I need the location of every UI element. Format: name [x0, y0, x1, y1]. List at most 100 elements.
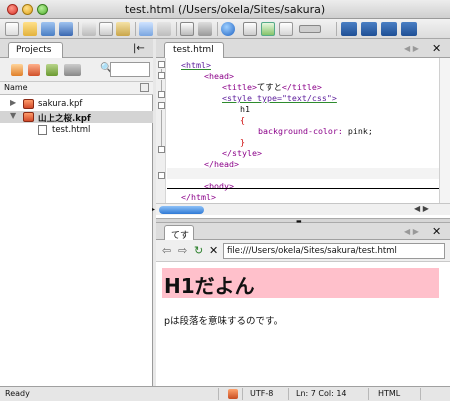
print-icon[interactable]: [180, 22, 194, 36]
back-icon[interactable]: ⇦: [162, 244, 171, 257]
tree-item-sakura-kpf[interactable]: ▶ sakura.kpf: [0, 98, 153, 110]
browser-nav-bar: ⇦ ⇨ ↻ ✕ file:///Users/okela/Sites/sakura…: [156, 240, 450, 262]
new-project-icon[interactable]: [11, 64, 23, 76]
undo-icon[interactable]: [139, 22, 153, 36]
html-file-icon: [38, 125, 47, 135]
code-token: background-color:: [258, 126, 343, 136]
url-input[interactable]: file:///Users/okela/Sites/sakura/test.ht…: [223, 243, 445, 259]
collapse-pane-icon[interactable]: |←: [133, 43, 145, 54]
tree-item-label: 山上之桜.kpf: [38, 114, 91, 124]
column-options-icon[interactable]: [140, 83, 149, 92]
code-line-5: h1: [240, 104, 250, 114]
project-menu-icon[interactable]: [64, 64, 81, 76]
editor-horizontal-scrollbar[interactable]: ◀ ▶: [156, 203, 450, 215]
fold-margin: [156, 58, 166, 203]
fold-toggle-icon[interactable]: [158, 146, 165, 153]
save-icon[interactable]: [41, 22, 55, 36]
new-file-icon[interactable]: [5, 22, 19, 36]
save-all-icon[interactable]: [59, 22, 73, 36]
open-folder-icon[interactable]: [23, 22, 37, 36]
code-token: <html>: [181, 60, 211, 70]
current-line-highlight: [167, 168, 439, 179]
scrollbar-thumb[interactable]: [159, 206, 204, 214]
tab-projects[interactable]: Projects: [8, 42, 63, 58]
redo-icon[interactable]: [157, 22, 171, 36]
encoding-indicator[interactable]: UTF-8: [250, 389, 273, 398]
forward-icon[interactable]: ⇨: [178, 244, 187, 257]
right-pane-toggle-icon[interactable]: [381, 22, 397, 36]
code-line-12: <body>: [204, 181, 234, 191]
close-tab-icon[interactable]: ✕: [432, 42, 441, 55]
code-token: pink;: [342, 126, 373, 136]
heading-block: H1だよん: [162, 268, 439, 298]
fold-toggle-icon[interactable]: [158, 102, 165, 109]
tree-item-test-html[interactable]: test.html: [0, 124, 153, 136]
editor-vertical-scrollbar[interactable]: [439, 58, 450, 203]
fold-toggle-icon[interactable]: [158, 61, 165, 68]
toolbar-separator: [176, 22, 177, 36]
copy-icon[interactable]: [99, 22, 113, 36]
editor-pane: test.html ◀ ▶ ✕ <html> <head> <title>てすと…: [156, 39, 450, 218]
edge-line: [167, 188, 439, 189]
fold-toggle-icon[interactable]: [158, 91, 165, 98]
code-token: h1: [240, 104, 250, 114]
stop-icon[interactable]: ✕: [209, 244, 218, 257]
document-icon[interactable]: [279, 22, 293, 36]
status-bar: Ready UTF-8 Ln: 7 Col: 14 HTML: [0, 386, 450, 401]
code-token: </head>: [204, 159, 239, 169]
browser-preview-icon[interactable]: [221, 22, 235, 36]
close-tab-icon[interactable]: ✕: [432, 225, 441, 238]
code-line-8: }: [240, 137, 245, 147]
macro-dropdown-icon[interactable]: [299, 25, 321, 33]
code-token: </title>: [281, 82, 322, 92]
paste-icon[interactable]: [116, 22, 130, 36]
code-line-6: {: [240, 115, 245, 125]
name-column-header[interactable]: Name: [0, 82, 153, 95]
title-bar: test.html (/Users/okela/Sites/sakura): [0, 0, 450, 19]
add-file-icon[interactable]: [46, 64, 58, 76]
tab-nav-arrows-icon[interactable]: ◀ ▶: [404, 227, 419, 236]
toolbar-separator: [217, 22, 218, 36]
project-file-icon: [23, 112, 34, 122]
toolbar-separator: [78, 22, 79, 36]
view-icon[interactable]: [243, 22, 257, 36]
project-filter-input[interactable]: [110, 62, 150, 77]
fold-line: [161, 110, 162, 146]
code-token: <style type="text/css">: [222, 93, 337, 103]
language-indicator[interactable]: HTML: [378, 389, 400, 398]
notification-icon[interactable]: [228, 389, 238, 399]
tree-item-yamakami-kpf[interactable]: ▼ 山上之桜.kpf: [0, 111, 153, 124]
preview-pane: てすと ◀ ▶ ✕ ⇦ ⇨ ↻ ✕ file:///Users/okela/Si…: [156, 223, 450, 386]
window-title: test.html (/Users/okela/Sites/sakura): [124, 3, 326, 16]
code-line-13: </html>: [181, 192, 216, 202]
preview-tab-bar: てすと ◀ ▶ ✕: [156, 223, 450, 254]
left-pane-toggle-icon[interactable]: [341, 22, 357, 36]
tab-nav-arrows-icon[interactable]: ◀ ▶: [404, 44, 419, 53]
preview-paragraph: pは段落を意味するのです。: [164, 316, 284, 327]
code-line-4: <style type="text/css">: [222, 93, 337, 103]
code-token: </style>: [222, 148, 262, 158]
fold-toggle-icon[interactable]: [158, 172, 165, 179]
reload-icon[interactable]: ↻: [194, 244, 203, 257]
fullscreen-icon[interactable]: [401, 22, 417, 36]
expand-arrow-icon[interactable]: ▶: [10, 98, 16, 107]
bottom-pane-toggle-icon[interactable]: [361, 22, 377, 36]
tab-preview[interactable]: てすと: [164, 225, 194, 254]
find-icon[interactable]: [198, 22, 212, 36]
status-separator: [218, 388, 219, 400]
fold-toggle-icon[interactable]: [158, 72, 165, 79]
scroll-arrows-icon[interactable]: ◀ ▶: [414, 204, 429, 213]
tree-item-label: sakura.kpf: [38, 99, 83, 109]
code-line-10: </head>: [204, 159, 239, 169]
tab-test-html[interactable]: test.html: [164, 42, 224, 58]
toolbar-separator: [135, 22, 136, 36]
project-file-icon: [23, 99, 34, 109]
open-project-icon[interactable]: [28, 64, 40, 76]
code-token: てすと: [256, 82, 282, 92]
code-token: }: [240, 137, 245, 147]
cut-icon[interactable]: [82, 22, 96, 36]
status-separator: [368, 388, 369, 400]
code-token: {: [240, 115, 245, 125]
image-icon[interactable]: [261, 22, 275, 36]
collapse-arrow-icon[interactable]: ▼: [10, 111, 16, 120]
